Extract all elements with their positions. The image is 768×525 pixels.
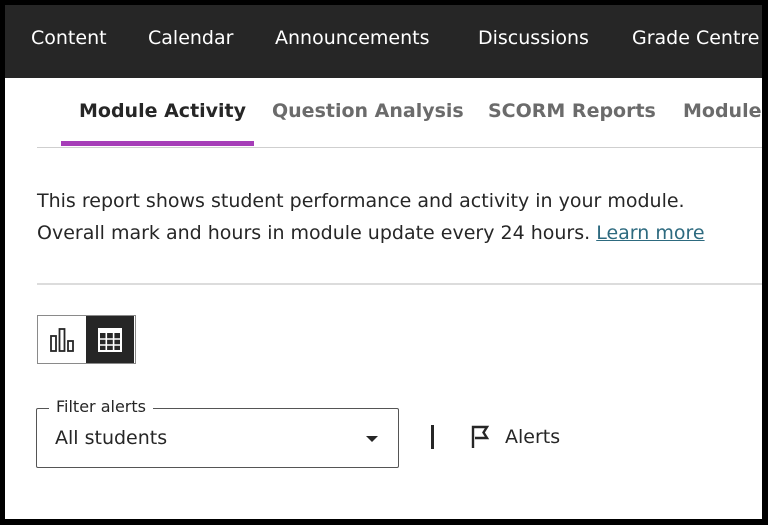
chevron-down-icon: [366, 436, 378, 442]
active-tab-indicator: [61, 141, 254, 146]
filter-alerts-value: All students: [55, 427, 168, 449]
vertical-separator: [431, 425, 434, 449]
alerts-label: Alerts: [505, 426, 561, 448]
page: Content Calendar Announcements Discussio…: [5, 5, 762, 519]
description-line-2-text: Overall mark and hours in module update …: [37, 222, 591, 244]
section-divider: [37, 283, 762, 285]
tab-scorm-reports[interactable]: SCORM Reports: [488, 100, 656, 122]
description-line-2: Overall mark and hours in module update …: [37, 217, 747, 249]
alerts-button[interactable]: Alerts: [470, 423, 560, 451]
flag-icon: [471, 425, 490, 448]
nav-item-content[interactable]: Content: [31, 27, 107, 49]
view-toggle: [37, 315, 136, 364]
table-view-button[interactable]: [86, 316, 134, 363]
learn-more-link[interactable]: Learn more: [596, 222, 704, 244]
chart-view-button[interactable]: [38, 316, 86, 363]
nav-item-grade-centre[interactable]: Grade Centre: [632, 27, 760, 49]
report-tabs: Module Activity Question Analysis SCORM …: [37, 78, 762, 148]
bar-chart-icon: [50, 327, 74, 352]
tab-module-activity[interactable]: Module Activity: [79, 100, 246, 122]
tab-question-analysis[interactable]: Question Analysis: [272, 100, 464, 122]
tab-module[interactable]: Module: [683, 100, 762, 122]
table-grid-icon: [98, 327, 122, 352]
nav-item-discussions[interactable]: Discussions: [478, 27, 589, 49]
nav-item-calendar[interactable]: Calendar: [148, 27, 233, 49]
report-description: This report shows student performance an…: [37, 185, 747, 249]
top-navigation: Content Calendar Announcements Discussio…: [5, 5, 762, 78]
filter-alerts-label: Filter alerts: [49, 397, 153, 416]
nav-item-announcements[interactable]: Announcements: [275, 27, 430, 49]
filter-alerts-select[interactable]: Filter alerts All students: [36, 397, 399, 468]
description-line-1: This report shows student performance an…: [37, 190, 685, 212]
